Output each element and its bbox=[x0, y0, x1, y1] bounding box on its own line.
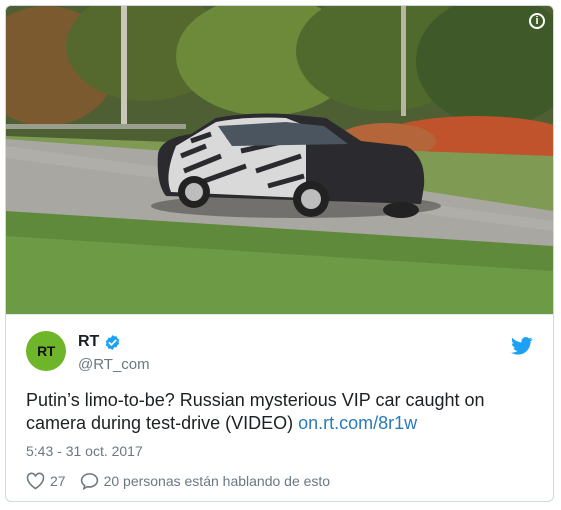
heart-icon bbox=[26, 472, 45, 490]
author-handle[interactable]: @RT_com bbox=[78, 356, 150, 373]
replies-label: 20 personas están hablando de esto bbox=[103, 473, 331, 489]
tweet-text: Putin’s limo-to-be? Russian mysterious V… bbox=[26, 389, 526, 435]
timestamp[interactable]: 5:43 - 31 oct. 2017 bbox=[26, 443, 143, 459]
info-icon[interactable]: i bbox=[529, 13, 545, 29]
like-button[interactable]: 27 bbox=[26, 472, 66, 490]
tweet-card[interactable]: i RT RT @RT_com Putin’s limo-to-be? Russ… bbox=[5, 5, 554, 502]
replies-button[interactable]: 20 personas están hablando de esto bbox=[80, 472, 331, 490]
like-count: 27 bbox=[50, 473, 66, 489]
verified-badge-icon bbox=[106, 334, 120, 350]
author-row: RT bbox=[78, 333, 121, 351]
tweet-actions: 27 20 personas están hablando de esto bbox=[26, 472, 344, 490]
tweet-link[interactable]: on.rt.com/8r1w bbox=[298, 413, 417, 433]
author-name[interactable]: RT bbox=[78, 333, 99, 351]
comment-bubble-icon bbox=[80, 473, 98, 490]
twitter-bird-icon[interactable] bbox=[511, 337, 533, 355]
tweet-body: RT RT @RT_com Putin’s limo-to-be? Russia… bbox=[6, 314, 553, 501]
car-on-road-image bbox=[6, 6, 553, 314]
video-thumbnail[interactable]: i bbox=[6, 6, 553, 314]
avatar[interactable]: RT bbox=[26, 331, 66, 371]
